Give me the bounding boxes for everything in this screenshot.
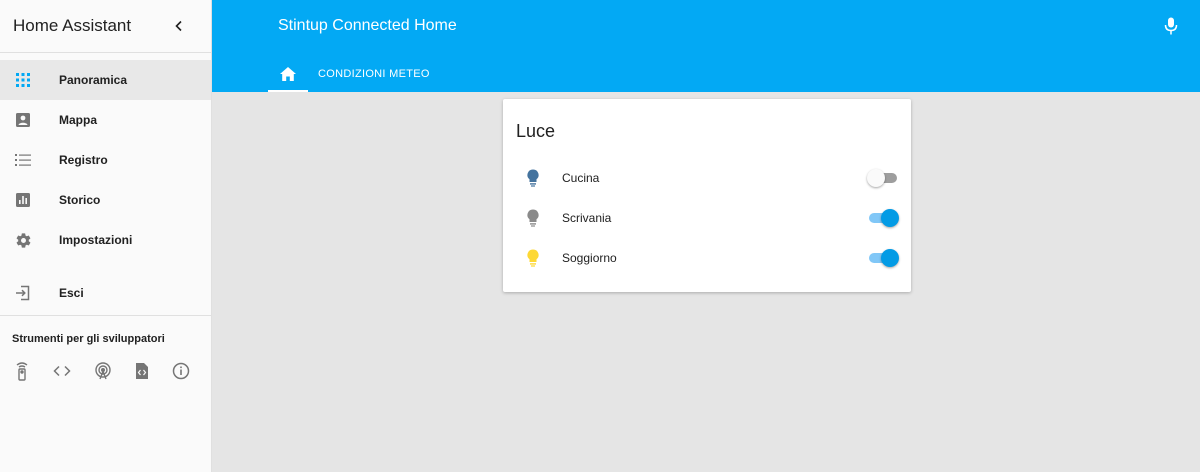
card-title: Luce — [516, 121, 556, 141]
sidebar-item-label: Impostazioni — [59, 233, 133, 247]
exit-icon — [14, 284, 32, 302]
entity-name[interactable]: Cucina — [562, 171, 599, 185]
app-header: Stintup Connected Home CONDIZIONI METEO — [212, 0, 1200, 92]
broadcast-icon — [95, 362, 111, 380]
collapse-sidebar-button[interactable] — [169, 16, 189, 36]
sidebar-item-panoramica[interactable]: Panoramica — [0, 60, 211, 100]
lightbulb-icon[interactable] — [525, 248, 541, 268]
tab-home[interactable] — [268, 56, 308, 92]
sidebar-header: Home Assistant — [0, 0, 211, 53]
sidebar-item-registro[interactable]: Registro — [0, 140, 211, 180]
sidebar-item-storico[interactable]: Storico — [0, 180, 211, 220]
entity-name[interactable]: Soggiorno — [562, 251, 617, 265]
file-code-icon — [136, 363, 148, 379]
view-tabs: CONDIZIONI METEO — [268, 56, 440, 92]
info-icon — [172, 362, 190, 380]
dev-tool-states[interactable] — [53, 362, 71, 380]
app-title: Home Assistant — [13, 16, 132, 35]
chevron-left-icon — [175, 20, 182, 32]
voice-command-button[interactable] — [1162, 16, 1180, 36]
dev-tools-title: Strumenti per gli sviluppatori — [12, 333, 165, 345]
tab-label: CONDIZIONI METEO — [318, 68, 430, 80]
map-account-icon — [14, 111, 32, 129]
dev-tools-bar — [0, 362, 211, 381]
dev-tool-info[interactable] — [172, 362, 190, 380]
lightbulb-icon[interactable] — [525, 208, 541, 228]
sidebar-item-label: Mappa — [59, 113, 98, 127]
light-toggle[interactable] — [867, 208, 899, 228]
code-icon — [53, 365, 71, 377]
lightbulb-icon[interactable] — [525, 168, 541, 188]
sidebar-item-label: Panoramica — [59, 73, 128, 87]
light-toggle[interactable] — [867, 248, 899, 268]
home-icon — [280, 67, 296, 81]
entity-name[interactable]: Scrivania — [562, 211, 611, 225]
sidebar-item-label: Storico — [59, 193, 101, 207]
entity-row-soggiorno: Soggiorno — [503, 238, 911, 278]
list-icon — [14, 151, 32, 169]
sidebar: Home Assistant Panoramica Mappa Registro… — [0, 0, 212, 472]
tab-condizioni-meteo[interactable]: CONDIZIONI METEO — [308, 56, 440, 92]
sidebar-nav: Panoramica Mappa Registro Storico Impost… — [0, 53, 211, 313]
apps-grid-icon — [14, 71, 32, 89]
sidebar-item-mappa[interactable]: Mappa — [0, 100, 211, 140]
dev-tool-services[interactable] — [14, 362, 30, 381]
sidebar-item-label: Registro — [59, 153, 108, 167]
entity-row-cucina: Cucina — [503, 158, 911, 198]
page-title: Stintup Connected Home — [278, 17, 457, 34]
microphone-icon — [1164, 17, 1178, 35]
light-toggle[interactable] — [867, 168, 899, 188]
sidebar-item-impostazioni[interactable]: Impostazioni — [0, 220, 211, 260]
dev-tool-templates[interactable] — [135, 362, 149, 380]
logout-label: Esci — [59, 286, 84, 300]
entities-card: Luce Cucina Scrivania Soggiorno — [503, 99, 911, 292]
remote-icon — [16, 362, 28, 381]
dev-tool-events[interactable] — [94, 362, 112, 380]
gear-icon — [14, 231, 32, 249]
chart-icon — [14, 191, 32, 209]
logout-button[interactable]: Esci — [0, 273, 211, 313]
entity-row-scrivania: Scrivania — [503, 198, 911, 238]
